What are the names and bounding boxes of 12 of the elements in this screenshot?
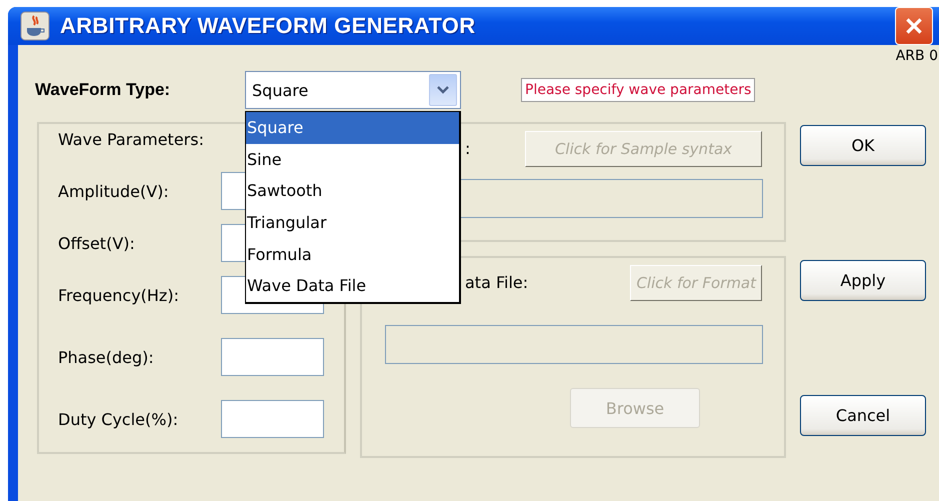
- field-label: Phase(deg):: [58, 348, 154, 366]
- field-label: Offset(V):: [58, 234, 135, 252]
- panel-title: Wave Parameters:: [58, 130, 205, 151]
- field-label: Duty Cycle(%):: [58, 410, 178, 428]
- field-label: Frequency(Hz):: [58, 286, 179, 304]
- status-message: Please specify wave parameters: [521, 78, 756, 102]
- instrument-label: ARB 0: [896, 48, 938, 66]
- panel-title: :: [465, 139, 470, 158]
- window-title: ARBITRARY WAVEFORM GENERATOR: [60, 13, 476, 39]
- field-label: Amplitude(V):: [58, 182, 169, 200]
- field-label: WaveForm Type:: [35, 80, 172, 100]
- panel-title: ata File:: [465, 273, 528, 292]
